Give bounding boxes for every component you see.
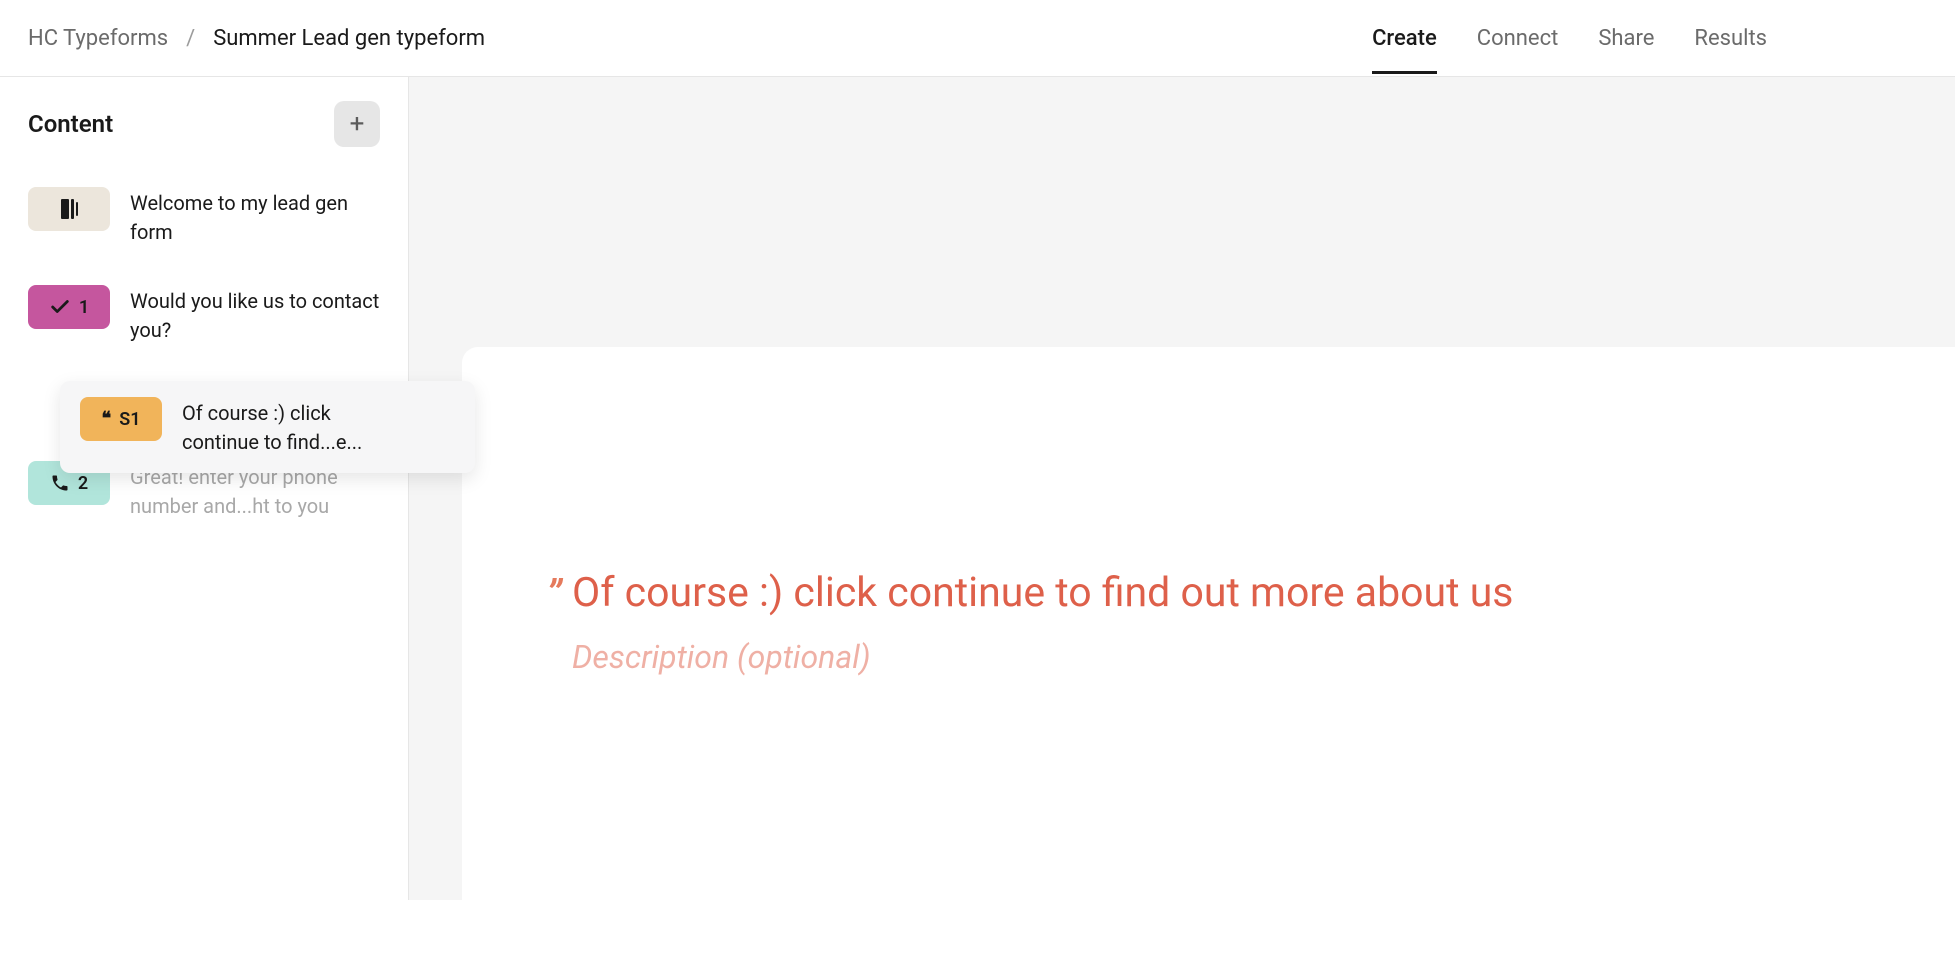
tab-results[interactable]: Results	[1694, 4, 1767, 73]
content-sidebar: Content + Welcome to my lead gen form 1	[0, 77, 409, 900]
content-item-welcome[interactable]: Welcome to my lead gen form	[0, 175, 408, 259]
app-header: HC Typeforms / Summer Lead gen typeform …	[0, 0, 1955, 77]
tab-share[interactable]: Share	[1598, 4, 1654, 73]
content-item-statement-dragging[interactable]: ❝ S1 Of course :) click continue to find…	[60, 381, 475, 473]
statement-badge: ❝ S1	[80, 397, 162, 441]
content-item-yesno[interactable]: 1 Would you like us to contact you?	[0, 273, 408, 357]
welcome-screen-icon	[61, 199, 78, 219]
badge-number: 2	[78, 473, 88, 494]
check-icon	[49, 296, 71, 318]
nav-tabs: Create Connect Share Results	[1372, 4, 1927, 73]
breadcrumb-separator: /	[186, 26, 195, 51]
quote-icon: ❝	[102, 410, 112, 428]
content-item-label: Of course :) click continue to find...e.…	[182, 397, 412, 457]
breadcrumb-workspace[interactable]: HC Typeforms	[28, 26, 168, 51]
welcome-badge	[28, 187, 110, 231]
quote-mark-icon: ”	[522, 567, 562, 615]
plus-icon: +	[350, 111, 365, 137]
preview-card: ” Of course :) click continue to find ou…	[462, 347, 1955, 977]
content-item-label: Welcome to my lead gen form	[130, 187, 380, 247]
description-input[interactable]: Description (optional)	[572, 638, 1955, 676]
tab-connect[interactable]: Connect	[1477, 4, 1559, 73]
badge-number: 1	[79, 297, 89, 318]
statement-text-input[interactable]: Of course :) click continue to find out …	[572, 567, 1513, 620]
breadcrumb-form-title[interactable]: Summer Lead gen typeform	[213, 26, 485, 51]
yesno-badge: 1	[28, 285, 110, 329]
main-body: Content + Welcome to my lead gen form 1	[0, 77, 1955, 900]
statement-row: ” Of course :) click continue to find ou…	[522, 567, 1955, 620]
preview-canvas: ” Of course :) click continue to find ou…	[409, 77, 1955, 900]
badge-number: S1	[119, 409, 140, 430]
phone-icon	[50, 473, 70, 493]
add-content-button[interactable]: +	[334, 101, 380, 147]
sidebar-header: Content +	[0, 101, 408, 175]
content-item-label: Would you like us to contact you?	[130, 285, 380, 345]
tab-create[interactable]: Create	[1372, 4, 1437, 73]
breadcrumb: HC Typeforms / Summer Lead gen typeform	[28, 26, 485, 51]
sidebar-title: Content	[28, 110, 113, 138]
